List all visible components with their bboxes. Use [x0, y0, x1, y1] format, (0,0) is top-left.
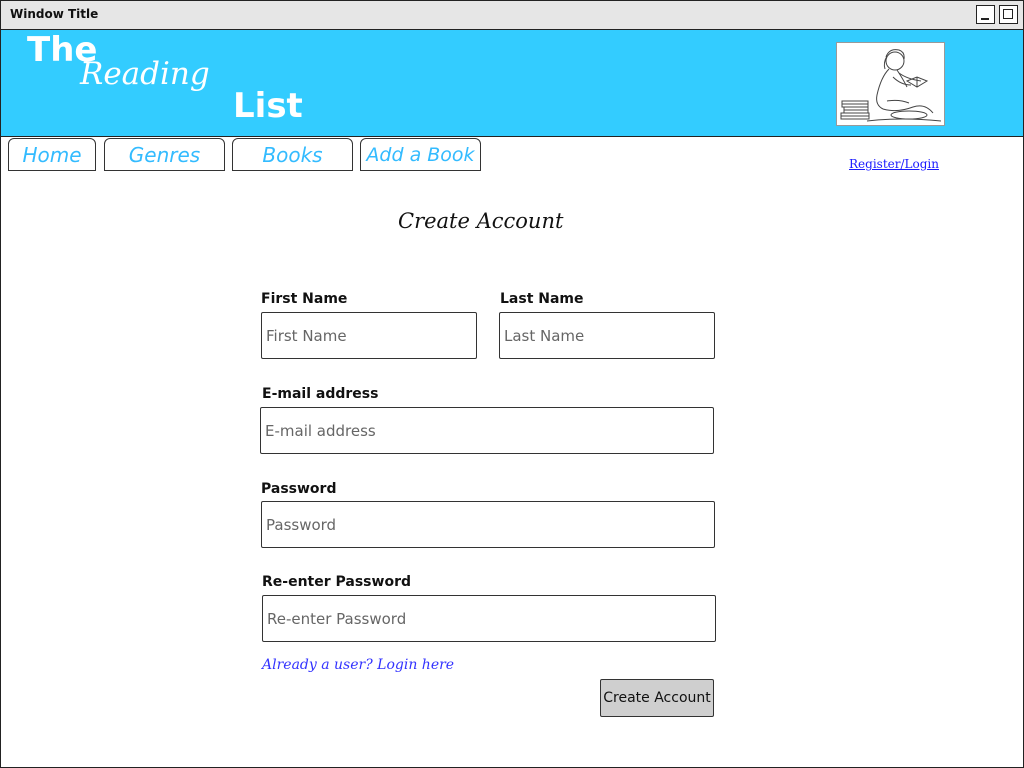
logo-text-reading: Reading — [80, 56, 210, 92]
title-bar: Window Title — [1, 1, 1023, 30]
email-label: E-mail address — [262, 386, 379, 402]
password-field[interactable] — [261, 501, 715, 548]
last-name-field[interactable] — [499, 312, 715, 359]
password-label: Password — [261, 481, 337, 497]
first-name-label: First Name — [261, 291, 348, 307]
page-title: Create Account — [398, 209, 564, 233]
tab-home[interactable]: Home — [8, 138, 96, 171]
child-reading-illustration-icon — [836, 42, 945, 126]
login-here-link[interactable]: Already a user? Login here — [262, 657, 454, 673]
browser-window: Window Title The Reading List Home Genre… — [0, 0, 1024, 768]
last-name-label: Last Name — [500, 291, 584, 307]
site-header: The Reading List — [1, 30, 1023, 137]
logo-text-list: List — [233, 86, 303, 126]
register-login-link[interactable]: Register/Login — [849, 157, 939, 171]
email-field[interactable] — [260, 407, 714, 454]
create-account-button[interactable]: Create Account — [600, 679, 714, 717]
minimize-icon[interactable] — [976, 5, 995, 24]
first-name-field[interactable] — [261, 312, 477, 359]
tab-books[interactable]: Books — [232, 138, 353, 171]
reenter-password-label: Re-enter Password — [262, 574, 411, 590]
maximize-icon[interactable] — [999, 5, 1018, 24]
tab-add-a-book[interactable]: Add a Book — [360, 138, 481, 171]
tab-genres[interactable]: Genres — [104, 138, 225, 171]
reenter-password-field[interactable] — [262, 595, 716, 642]
window-title: Window Title — [10, 7, 99, 21]
